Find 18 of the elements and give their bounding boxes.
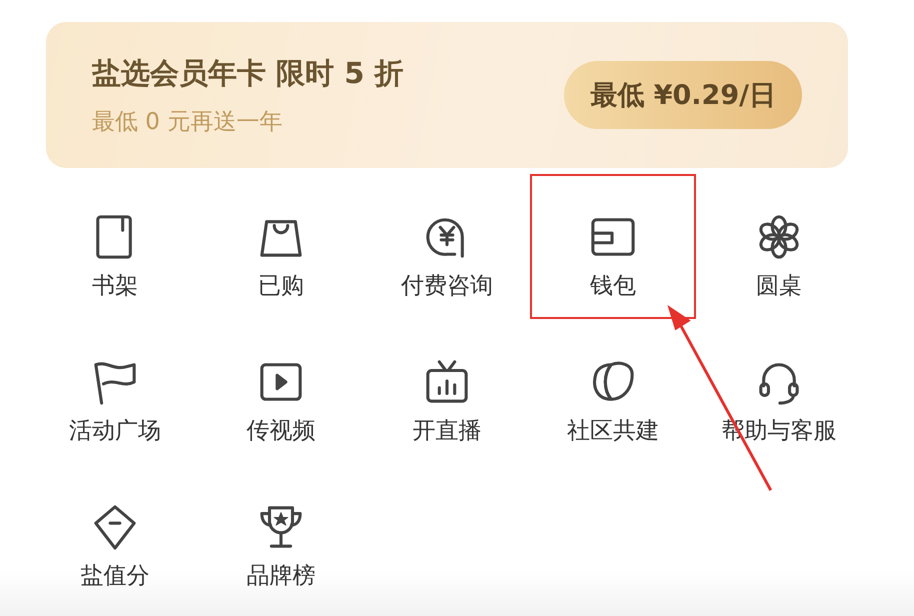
menu-label[interactable]: 付费咨询 <box>401 270 493 301</box>
menu-label[interactable]: 钱包 <box>590 270 636 301</box>
menu-label[interactable]: 已购 <box>258 270 304 301</box>
trophy-icon[interactable] <box>258 504 304 550</box>
price-button[interactable]: 最低 ¥0.29/日 <box>564 61 802 129</box>
banner-title: 盐选会员年卡 限时 5 折 <box>92 54 404 92</box>
banner-subtitle: 最低 0 元再送一年 <box>92 108 284 136</box>
menu-label[interactable]: 开直播 <box>412 415 482 446</box>
menu-label[interactable]: 圆桌 <box>756 270 802 301</box>
tv-chart-icon[interactable] <box>424 359 470 405</box>
membership-banner[interactable]: 盐选会员年卡 限时 5 折 最低 0 元再送一年 最低 ¥0.29/日 <box>46 22 848 168</box>
menu-label[interactable]: 活动广场 <box>69 415 161 446</box>
menu-label[interactable]: 书架 <box>92 270 138 301</box>
diamond-icon[interactable] <box>92 504 138 550</box>
menu-label[interactable]: 传视频 <box>246 415 316 446</box>
menu-label[interactable]: 社区共建 <box>567 415 659 446</box>
menu-label[interactable]: 品牌榜 <box>246 560 316 591</box>
menu-label[interactable]: 盐值分 <box>80 560 150 591</box>
